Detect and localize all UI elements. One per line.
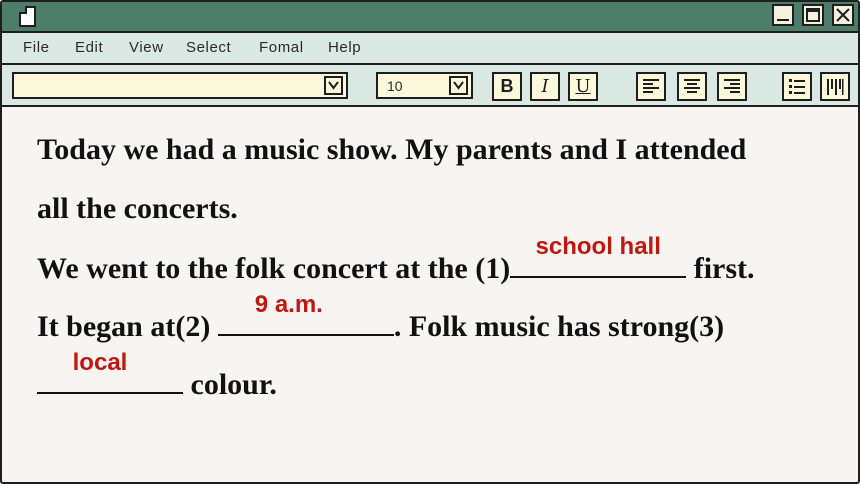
align-left-icon <box>643 79 659 93</box>
text-line-1: Today we had a music show. My parents an… <box>37 133 747 166</box>
text-line-4-start: It began at(2) <box>37 310 218 343</box>
minimize-button[interactable] <box>772 4 794 26</box>
menu-view[interactable]: View <box>129 39 164 56</box>
answer-3: local <box>72 349 128 376</box>
chevron-down-icon[interactable] <box>449 76 468 95</box>
document-body[interactable]: Today we had a music show. My parents an… <box>2 107 858 482</box>
text-line-3-start: We went to the folk concert at the (1) <box>37 252 511 285</box>
menu-bar: File Edit View Select Fomal Help <box>2 33 858 65</box>
menu-help[interactable]: Help <box>328 39 361 56</box>
maximize-button[interactable] <box>802 4 824 26</box>
align-center-icon <box>684 79 700 93</box>
text-line-4: It began at(2) 9 a.m. . Folk music has st… <box>37 291 725 344</box>
maximize-icon <box>806 8 820 22</box>
editor-window: File Edit View Select Fomal Help 10 B I … <box>0 0 860 484</box>
formatting-toolbar: 10 B I U <box>2 65 858 107</box>
bold-button[interactable]: B <box>492 72 522 101</box>
italic-button[interactable]: I <box>530 72 560 101</box>
text-line-4-end: . Folk music has strong(3) <box>393 310 725 343</box>
text-line-3-end: first. <box>686 252 755 285</box>
text-line-2: all the concerts. <box>37 192 238 225</box>
align-left-button[interactable] <box>636 72 666 101</box>
document-icon-fold <box>19 6 27 14</box>
close-button[interactable] <box>832 4 854 26</box>
blank-2[interactable]: 9 a.m. <box>217 291 394 336</box>
chevron-down-icon[interactable] <box>324 76 343 95</box>
underline-button[interactable]: U <box>568 72 598 101</box>
menu-file[interactable]: File <box>23 39 50 56</box>
blank-1[interactable]: school hall <box>510 233 687 278</box>
minimize-icon <box>777 19 789 21</box>
align-right-icon <box>724 79 740 93</box>
blank-3[interactable]: local <box>37 349 183 394</box>
align-center-button[interactable] <box>677 72 707 101</box>
text-line-5-end: colour. <box>183 368 277 401</box>
answer-2: 9 a.m. <box>254 291 323 318</box>
text-line-3: We went to the folk concert at the (1) sc… <box>37 233 755 286</box>
close-icon <box>836 8 850 22</box>
columns-icon <box>827 79 844 95</box>
align-right-button[interactable] <box>717 72 747 101</box>
text-line-5: local colour. <box>37 349 277 402</box>
menu-select[interactable]: Select <box>186 39 231 56</box>
bullet-list-button[interactable] <box>782 72 812 101</box>
menu-format[interactable]: Fomal <box>259 39 304 56</box>
columns-button[interactable] <box>820 72 850 101</box>
font-select[interactable] <box>12 72 348 99</box>
font-size-value: 10 <box>387 78 403 94</box>
font-size-select[interactable]: 10 <box>376 72 473 99</box>
answer-1: school hall <box>535 233 661 260</box>
bullet-list-icon <box>789 79 805 94</box>
menu-edit[interactable]: Edit <box>75 39 103 56</box>
title-bar[interactable] <box>2 2 858 33</box>
